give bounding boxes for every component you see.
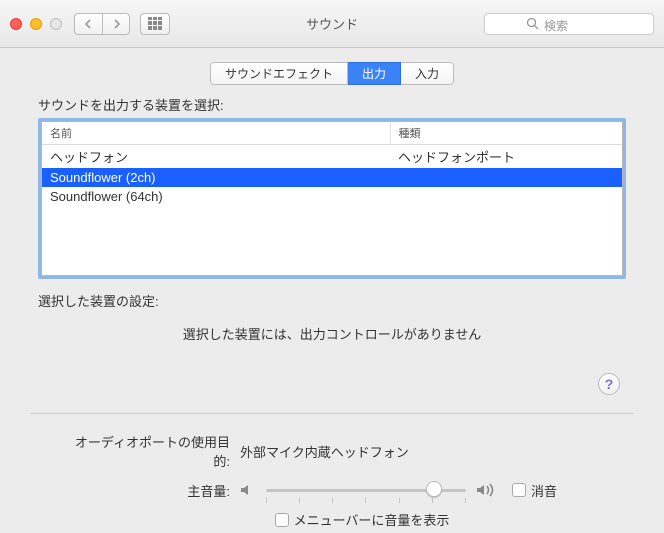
menubar-checkbox[interactable] [275,513,289,527]
show-all-button[interactable] [140,13,170,35]
slider-thumb[interactable] [426,481,442,497]
audio-port-value: 外部マイク内蔵ヘッドフォン [240,442,409,461]
minimize-button[interactable] [30,18,42,30]
forward-button[interactable] [102,13,130,35]
search-wrap: 検索 [484,13,654,35]
no-controls-text: 選択した装置には、出力コントロールがありません [38,324,626,343]
close-button[interactable] [10,18,22,30]
titlebar: サウンド 検索 [0,0,664,48]
device-row[interactable]: ヘッドフォン ヘッドフォンポート [42,145,622,168]
volume-high-icon [476,482,498,498]
help-button[interactable]: ? [598,373,620,395]
menubar-label: メニューバーに音量を表示 [294,510,450,529]
device-row[interactable]: Soundflower (64ch) [42,187,622,206]
window-controls [10,18,62,30]
col-type[interactable]: 種類 [390,122,622,145]
volume-label: 主音量: [60,481,230,500]
col-name[interactable]: 名前 [42,122,390,145]
volume-row: 主音量: 消音 [60,480,604,500]
nav-buttons [74,13,130,35]
device-settings-label: 選択した装置の設定: [38,291,626,310]
zoom-button [50,18,62,30]
tab-output[interactable]: 出力 [348,62,401,85]
audio-port-row: オーディオポートの使用目的: 外部マイク内蔵ヘッドフォン [60,432,604,470]
divider [30,413,634,414]
tab-input[interactable]: 入力 [401,62,454,85]
volume-slider[interactable] [266,480,466,500]
device-list: 名前 種類 ヘッドフォン ヘッドフォンポート Soundflower (2ch) [38,118,626,279]
search-input[interactable] [484,13,654,35]
audio-port-label: オーディオポートの使用目的: [60,432,230,470]
device-select-heading: サウンドを出力する装置を選択: [38,95,626,114]
mute-checkbox[interactable] [512,483,526,497]
tab-sound-effects[interactable]: サウンドエフェクト [210,62,348,85]
tab-bar: サウンドエフェクト 出力 入力 [0,62,664,85]
volume-low-icon [240,483,256,497]
grid-icon [148,17,162,31]
device-row[interactable]: Soundflower (2ch) [42,168,622,187]
mute-label: 消音 [531,481,557,500]
back-button[interactable] [74,13,102,35]
